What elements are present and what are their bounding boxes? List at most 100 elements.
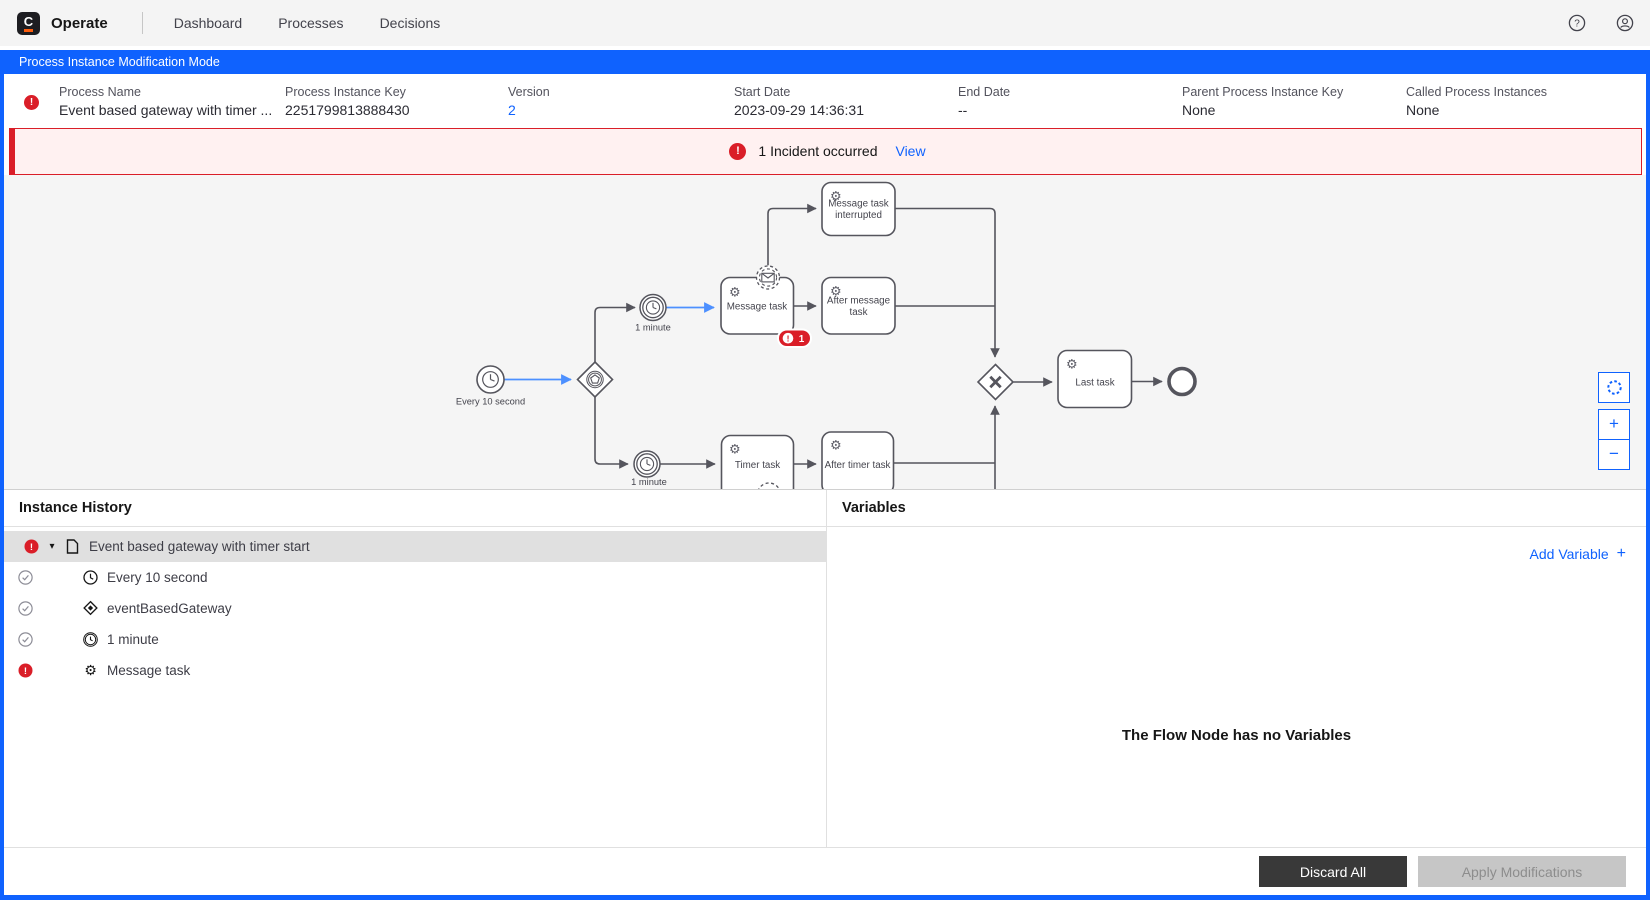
svg-text:1 minute: 1 minute bbox=[631, 477, 667, 487]
discard-all-button[interactable]: Discard All bbox=[1259, 856, 1407, 887]
nav-tab-dashboard[interactable]: Dashboard bbox=[174, 15, 243, 31]
completed-state-icon bbox=[18, 600, 33, 616]
service-task-gear-icon: ⚙ bbox=[1066, 356, 1078, 371]
svg-text:Timer task: Timer task bbox=[735, 460, 780, 471]
nav-tabs: Dashboard Processes Decisions bbox=[174, 15, 441, 31]
variables-empty-message: The Flow Node has no Variables bbox=[1121, 726, 1352, 744]
field-end-date: End Date -- bbox=[958, 84, 1011, 118]
timer-event-1-minute-top[interactable]: 1 minute bbox=[635, 293, 671, 332]
field-process-instance-key: Process Instance Key 2251799813888430 bbox=[285, 84, 410, 118]
field-called-process-instances: Called Process Instances None bbox=[1406, 84, 1548, 118]
variables-panel: Variables Add Variable + The Flow Node h… bbox=[827, 490, 1646, 848]
completed-state-icon bbox=[18, 631, 33, 647]
apply-modifications-button[interactable]: Apply Modifications bbox=[1418, 856, 1626, 887]
logo-letter: C bbox=[23, 14, 34, 29]
svg-text:After message: After message bbox=[827, 295, 891, 306]
end-event[interactable] bbox=[1167, 366, 1197, 396]
service-task-gear-icon: ⚙ bbox=[830, 437, 842, 452]
gear-icon: ⚙ bbox=[84, 662, 97, 678]
instance-state: ! bbox=[4, 85, 59, 128]
zoom-out-button[interactable]: − bbox=[1598, 438, 1630, 470]
incident-icon: ! bbox=[729, 142, 747, 160]
svg-text:Every 10 second: Every 10 second bbox=[456, 396, 525, 406]
reset-target-icon bbox=[1606, 379, 1622, 395]
diagram-reset-button[interactable] bbox=[1598, 371, 1630, 403]
svg-text:!: ! bbox=[787, 333, 790, 343]
add-variable-button[interactable]: Add Variable + bbox=[1530, 545, 1626, 563]
chevron-down-icon[interactable]: ▾ bbox=[47, 541, 57, 552]
incident-state-icon: ! bbox=[24, 94, 39, 110]
gateway-icon bbox=[83, 600, 98, 616]
start-event-every-10-second[interactable]: Every 10 second bbox=[456, 364, 525, 407]
variables-title: Variables bbox=[827, 490, 1646, 527]
bottom-panels: Instance History ! ▾ Event based gateway w… bbox=[4, 488, 1646, 848]
svg-text:1: 1 bbox=[799, 334, 805, 345]
task-message-task-interrupted[interactable]: ⚙ Message task interrupted bbox=[821, 181, 896, 236]
history-row[interactable]: ! ▾ Event based gateway with timer start bbox=[4, 530, 826, 562]
field-start-date: Start Date 2023-09-29 14:36:31 bbox=[734, 84, 864, 118]
task-timer-task[interactable]: ⚙ Timer task bbox=[720, 434, 795, 489]
svg-text:?: ? bbox=[1574, 19, 1580, 30]
logo-underline bbox=[24, 29, 33, 32]
bpmn-diagram-canvas[interactable]: Every 10 second 1 minute ⚙ Message task … bbox=[4, 174, 1646, 489]
zoom-in-button[interactable]: + bbox=[1598, 408, 1630, 440]
modification-footer: Discard All Apply Modifications bbox=[4, 847, 1646, 895]
task-message-task[interactable]: ⚙ Message task bbox=[720, 276, 795, 335]
svg-text:After timer task: After timer task bbox=[825, 460, 891, 471]
clock-icon bbox=[83, 569, 98, 585]
history-row-label: Event based gateway with timer start bbox=[89, 538, 310, 554]
incident-state-icon: ! bbox=[24, 539, 39, 554]
help-icon[interactable]: ? bbox=[1568, 14, 1586, 32]
nav-tab-decisions[interactable]: Decisions bbox=[380, 15, 441, 31]
svg-text:!: ! bbox=[30, 541, 33, 552]
bpmn-diagram: Every 10 second 1 minute ⚙ Message task … bbox=[456, 181, 1197, 489]
message-boundary-event[interactable] bbox=[755, 264, 781, 290]
incident-badge: ! 1 bbox=[777, 328, 812, 348]
incident-count-text: 1 Incident occurred bbox=[758, 143, 878, 159]
modification-mode-banner: Process Instance Modification Mode bbox=[4, 49, 1646, 74]
instance-history-panel: Instance History ! ▾ Event based gateway w… bbox=[4, 489, 827, 847]
history-row[interactable]: 1 minute bbox=[4, 624, 826, 655]
diagram-controls: + − bbox=[1598, 371, 1630, 470]
svg-text:!: ! bbox=[24, 665, 27, 676]
task-after-timer-task[interactable]: ⚙ After timer task bbox=[821, 430, 895, 489]
field-parent-process-instance-key: Parent Process Instance Key None bbox=[1182, 84, 1344, 118]
event-based-gateway[interactable] bbox=[576, 360, 614, 398]
executed-flows bbox=[504, 301, 715, 385]
field-process-name: Process Name Event based gateway with ti… bbox=[59, 84, 273, 118]
svg-text:interrupted: interrupted bbox=[835, 210, 882, 221]
instance-header: ! Process Name Event based gateway with … bbox=[4, 73, 1646, 128]
instance-history-list: ! ▾ Event based gateway with timer start Ev… bbox=[4, 527, 826, 686]
camunda-logo[interactable]: C bbox=[17, 11, 40, 35]
field-version: Version 2 bbox=[508, 85, 734, 128]
incident-view-link[interactable]: View bbox=[895, 143, 925, 159]
clock-multi-icon bbox=[83, 631, 98, 647]
completed-state-icon bbox=[18, 569, 33, 585]
incident-banner: ! 1 Incident occurred View bbox=[8, 127, 1642, 175]
nav-tab-processes[interactable]: Processes bbox=[278, 15, 343, 31]
variables-body: Add Variable + The Flow Node has no Vari… bbox=[827, 527, 1646, 848]
incident-state-icon: ! bbox=[18, 663, 33, 678]
service-task-gear-icon: ⚙ bbox=[729, 284, 741, 299]
document-icon bbox=[65, 538, 80, 554]
task-after-message-task[interactable]: ⚙ After message task bbox=[821, 276, 896, 335]
plus-icon: + bbox=[1616, 544, 1626, 562]
modification-frame: Process Instance Modification Mode ! Pro… bbox=[0, 49, 1650, 900]
svg-text:Message task: Message task bbox=[727, 301, 788, 312]
exclusive-gateway[interactable] bbox=[976, 362, 1015, 401]
svg-text:Message task: Message task bbox=[828, 198, 889, 209]
history-row-label: 1 minute bbox=[107, 631, 159, 647]
service-task-gear-icon: ⚙ bbox=[729, 441, 741, 456]
top-navigation: C Operate Dashboard Processes Decisions … bbox=[0, 0, 1650, 46]
version-link[interactable]: 2 bbox=[508, 102, 734, 118]
svg-text:task: task bbox=[850, 307, 868, 318]
modification-mode-label: Process Instance Modification Mode bbox=[19, 54, 220, 69]
history-row[interactable]: eventBasedGateway bbox=[4, 593, 826, 624]
user-icon[interactable] bbox=[1616, 14, 1634, 32]
timer-event-1-minute-bottom[interactable]: 1 minute bbox=[631, 449, 667, 487]
history-row[interactable]: ! ⚙ Message task bbox=[4, 655, 826, 686]
instance-history-title: Instance History bbox=[4, 490, 826, 527]
history-row[interactable]: Every 10 second bbox=[4, 562, 826, 593]
task-last-task[interactable]: ⚙ Last task bbox=[1057, 349, 1133, 408]
svg-text:Last task: Last task bbox=[1075, 377, 1114, 388]
